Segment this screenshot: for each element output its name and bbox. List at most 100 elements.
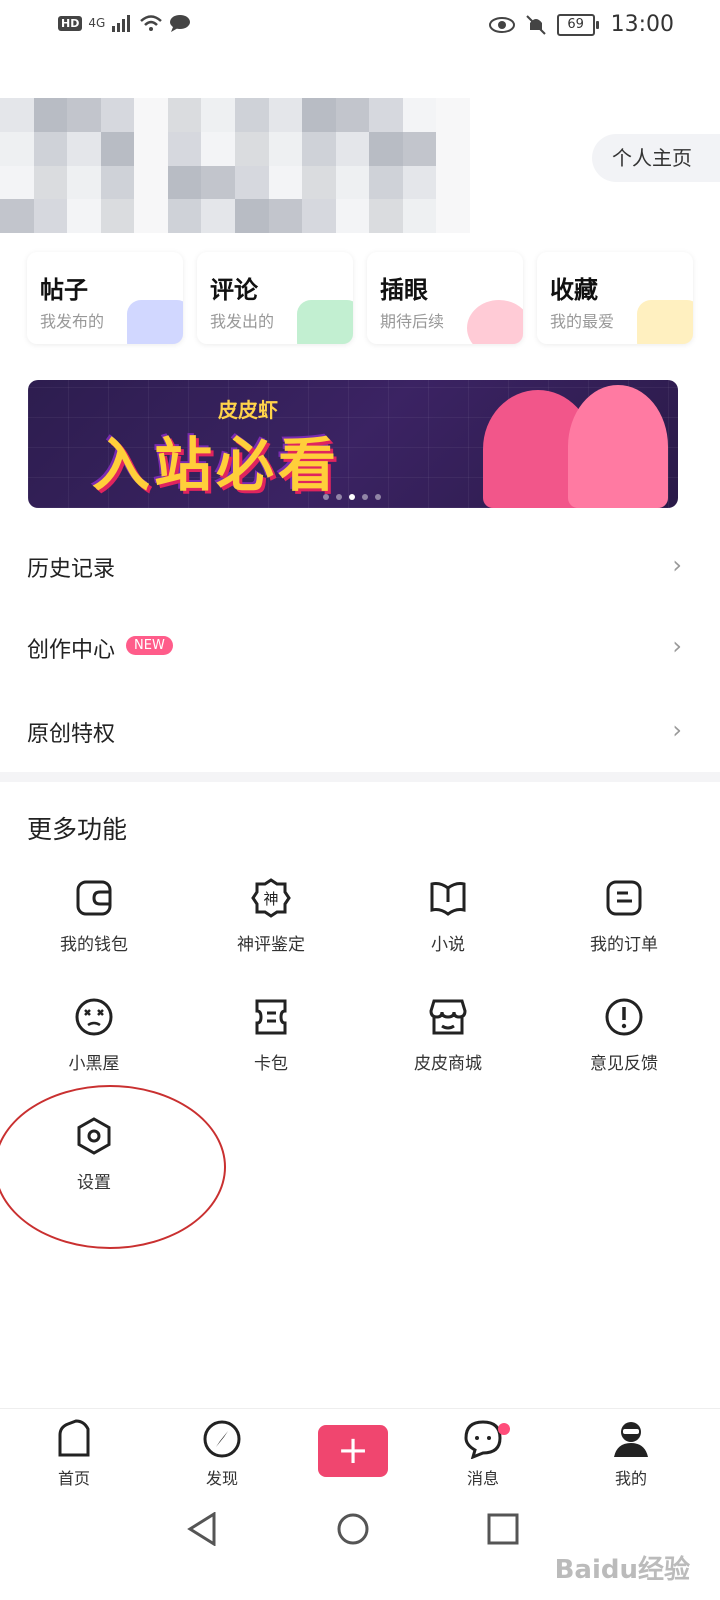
feature-god-comment[interactable]: 神 神评鉴定 [211, 878, 331, 978]
mosaic-pixel [67, 199, 101, 233]
comments-icon [297, 300, 353, 344]
mosaic-pixel [402, 98, 437, 132]
status-left: HD 4G [58, 14, 191, 32]
feature-label: 神评鉴定 [237, 935, 305, 955]
mosaic-pixel [134, 165, 168, 200]
mosaic-pixel [335, 165, 370, 200]
mosaic-pixel [0, 131, 34, 166]
feature-card-pack[interactable]: 卡包 [211, 997, 331, 1097]
mosaic-pixel [201, 165, 235, 200]
page-dot [362, 494, 368, 500]
personal-homepage-button[interactable]: 个人主页 [592, 134, 720, 182]
chevron-right-icon: › [672, 716, 682, 744]
card-subtitle: 期待后续 [380, 312, 445, 331]
banner-headline: 入站必看 [92, 431, 341, 499]
section-divider [0, 772, 720, 782]
network-label: 4G [88, 16, 106, 30]
mosaic-pixel [67, 98, 101, 132]
mosaic-pixel [436, 98, 470, 132]
tab-label: 首页 [57, 1469, 90, 1488]
feature-orders[interactable]: 我的订单 [564, 878, 684, 978]
tab-mine[interactable]: 我的 [591, 1419, 671, 1489]
recents-square-icon[interactable] [486, 1512, 520, 1546]
profile-header: 个人主页 [0, 98, 720, 233]
mosaic-pixel [369, 131, 403, 166]
feature-black-room[interactable]: 小黑屋 [34, 997, 154, 1097]
mosaic-pixel [402, 199, 437, 233]
feature-shop[interactable]: 皮皮商城 [388, 997, 508, 1097]
mosaic-pixel [369, 199, 403, 233]
menu-creator-center[interactable]: 创作中心 NEW › [0, 618, 720, 678]
eye-mark-icon [467, 300, 523, 344]
post-button[interactable]: + [318, 1425, 388, 1477]
chat-notification-icon [170, 15, 191, 32]
mosaic-pixel [33, 131, 68, 166]
wifi-icon [140, 15, 163, 31]
mosaic-pixel [33, 165, 68, 200]
mosaic-pixel [302, 165, 336, 200]
page-dot [375, 494, 381, 500]
message-bubble-icon [464, 1420, 502, 1460]
home-circle-icon[interactable] [336, 1512, 370, 1546]
back-triangle-icon[interactable] [186, 1512, 220, 1546]
mosaic-pixel [436, 199, 470, 233]
mosaic-pixel [167, 98, 202, 132]
clock: 13:00 [610, 12, 674, 37]
menu-label: 历史记录 [27, 557, 116, 582]
quick-cards: 帖子 我发布的 评论 我发出的 插眼 期待后续 收藏 我的最爱 [27, 252, 693, 344]
mosaic-pixel [100, 165, 135, 200]
mosaic-pixel [369, 165, 403, 200]
feature-feedback[interactable]: 意见反馈 [564, 997, 684, 1097]
battery-indicator: 69 [556, 13, 599, 36]
card-favorites[interactable]: 收藏 我的最爱 [537, 252, 693, 344]
tab-home[interactable]: 首页 [34, 1419, 114, 1489]
feature-label: 卡包 [254, 1054, 288, 1074]
mosaic-pixel [235, 165, 269, 200]
mosaic-pixel [402, 131, 437, 166]
page-dot-active [349, 494, 355, 500]
mosaic-pixel [100, 131, 135, 166]
mosaic-pixel [33, 199, 68, 233]
tab-label: 我的 [614, 1469, 647, 1488]
card-comments[interactable]: 评论 我发出的 [197, 252, 353, 344]
tab-discover[interactable]: 发现 [182, 1419, 262, 1489]
card-subtitle: 我发出的 [210, 312, 275, 331]
menu-original-privilege[interactable]: 原创特权 › [0, 702, 720, 762]
menu-label: 原创特权 [27, 722, 116, 747]
highlight-circle-annotation [0, 1085, 226, 1249]
mosaic-pixel [268, 131, 303, 166]
card-title: 插眼 [380, 276, 428, 304]
tab-messages[interactable]: 消息 [443, 1419, 523, 1489]
bottom-nav: 首页 发现 + 消息 我的 [0, 1408, 720, 1501]
card-pack-icon [255, 999, 287, 1035]
banner-pagination [323, 494, 381, 500]
feature-wallet[interactable]: 我的钱包 [34, 878, 154, 978]
mosaic-pixel [268, 165, 303, 200]
promo-banner[interactable]: 皮皮虾 入站必看 [28, 380, 678, 508]
star-icon [637, 300, 693, 344]
eye-icon [488, 16, 515, 33]
hd-badge: HD [58, 15, 83, 31]
feature-label: 我的订单 [590, 935, 658, 955]
status-bar: HD 4G 69 13:00 [0, 0, 720, 56]
tab-label: 发现 [205, 1469, 238, 1488]
home-icon [58, 1419, 90, 1457]
mosaic-pixel [436, 165, 470, 200]
system-nav-bar: Baidu经验 [0, 1500, 720, 1600]
mosaic-pixel [302, 131, 336, 166]
mosaic-pixel [167, 131, 202, 166]
feature-label: 小黑屋 [68, 1054, 120, 1074]
feature-novel[interactable]: 小说 [388, 878, 508, 978]
feedback-icon [605, 998, 643, 1036]
menu-history[interactable]: 历史记录 › [0, 537, 720, 597]
card-posts[interactable]: 帖子 我发布的 [27, 252, 183, 344]
card-subtitle: 我发布的 [40, 312, 105, 331]
dizzy-face-icon [75, 998, 113, 1036]
mosaic-pixel [201, 199, 235, 233]
god-comment-icon: 神 [251, 878, 291, 918]
mosaic-pixel [67, 165, 101, 200]
mosaic-pixel [167, 199, 202, 233]
card-bookmarks[interactable]: 插眼 期待后续 [367, 252, 523, 344]
feature-label: 皮皮商城 [414, 1054, 482, 1074]
signal-icon [112, 15, 131, 32]
